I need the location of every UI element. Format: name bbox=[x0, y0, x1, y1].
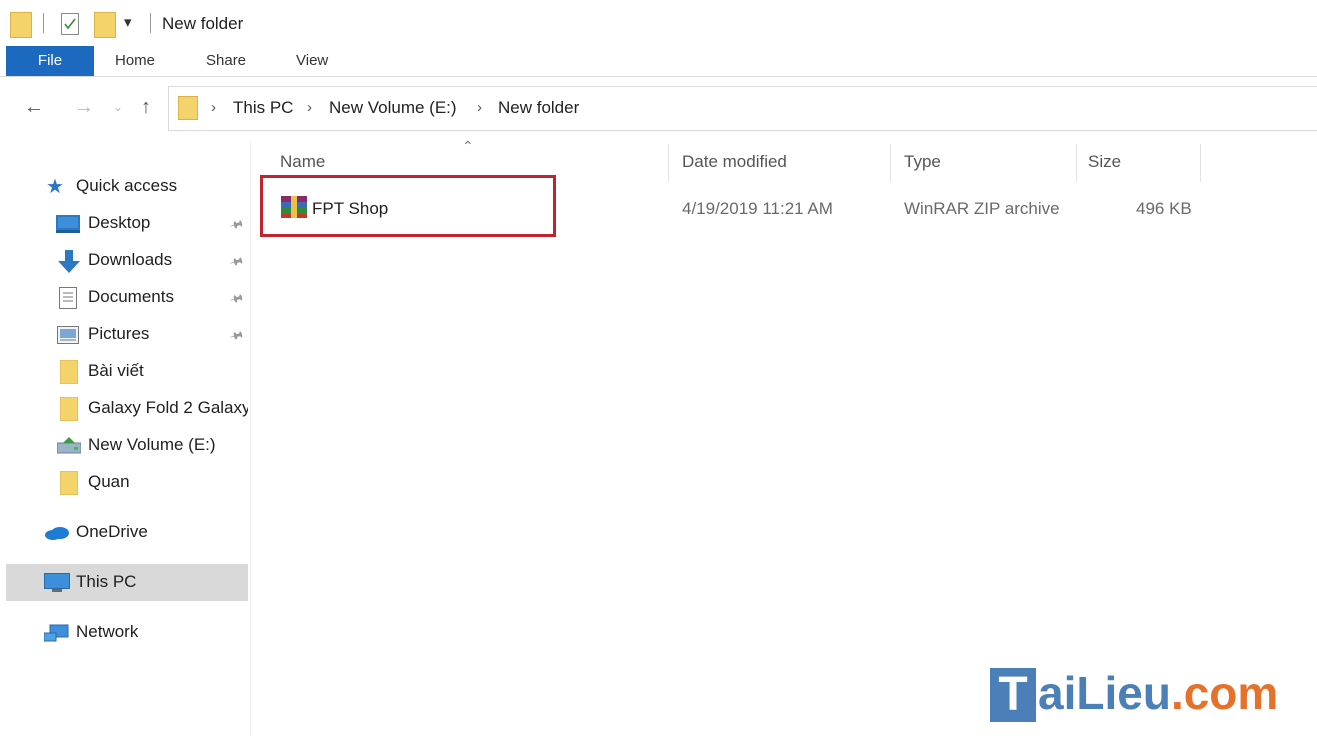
breadcrumb-new-folder[interactable]: New folder bbox=[498, 98, 579, 118]
sidebar-item-label: Network bbox=[76, 622, 139, 641]
sort-ascending-icon: ⌃ bbox=[462, 138, 474, 154]
pictures-icon bbox=[57, 326, 79, 349]
forward-arrow-icon[interactable]: → bbox=[74, 96, 94, 119]
watermark-letter: T bbox=[990, 668, 1036, 722]
sidebar-item-label: Downloads bbox=[88, 250, 173, 269]
sidebar-item-this-pc[interactable]: This PC bbox=[6, 564, 248, 601]
breadcrumb-new-volume[interactable]: New Volume (E:) bbox=[329, 98, 457, 118]
address-bar: ← → ⌄ ↑ › This PC › New Volume (E:) › Ne… bbox=[0, 86, 1317, 132]
download-arrow-icon bbox=[58, 250, 80, 279]
pin-icon[interactable]: 🖈 bbox=[225, 324, 246, 349]
folder-icon[interactable] bbox=[10, 12, 32, 38]
address-field[interactable]: › This PC › New Volume (E:) › New folder bbox=[168, 86, 1317, 131]
ribbon-tabs: File Home Share View bbox=[0, 46, 1317, 77]
tab-file[interactable]: File bbox=[6, 46, 94, 76]
folder-icon bbox=[59, 396, 79, 426]
watermark-suffix: .com bbox=[1170, 667, 1279, 719]
computer-icon bbox=[44, 573, 70, 598]
customize-toolbar-dropdown-icon[interactable]: ▾ bbox=[124, 13, 132, 31]
sidebar-item-network[interactable]: Network bbox=[6, 614, 248, 651]
drive-icon bbox=[56, 437, 82, 460]
column-divider[interactable] bbox=[668, 144, 669, 182]
toolbar-separator bbox=[43, 13, 44, 33]
column-header-date-modified[interactable]: Date modified bbox=[682, 152, 787, 172]
sidebar-item-label: Documents bbox=[88, 287, 174, 306]
folder-icon bbox=[59, 359, 79, 389]
network-icon bbox=[43, 623, 70, 648]
file-date-modified: 4/19/2019 11:21 AM bbox=[682, 199, 833, 218]
document-icon bbox=[59, 287, 77, 314]
toolbar-separator bbox=[150, 13, 151, 33]
column-divider[interactable] bbox=[1200, 144, 1201, 182]
properties-icon[interactable] bbox=[61, 13, 79, 35]
recent-locations-chevron-icon[interactable]: ⌄ bbox=[113, 100, 123, 114]
navigation-pane: ★ Quick access Desktop 🖈 Downloads 🖈 Doc… bbox=[6, 140, 248, 736]
sidebar-item-label: Galaxy Fold 2 Galaxy bbox=[88, 398, 248, 417]
new-folder-icon[interactable] bbox=[94, 12, 116, 38]
file-type: WinRAR ZIP archive bbox=[904, 199, 1060, 218]
sidebar-item-desktop[interactable]: Desktop 🖈 bbox=[6, 205, 248, 242]
sidebar-item-label: Desktop bbox=[88, 213, 151, 232]
column-header-type[interactable]: Type bbox=[904, 152, 941, 172]
file-size: 496 KB bbox=[1136, 199, 1192, 218]
pin-icon[interactable]: 🖈 bbox=[225, 250, 246, 275]
column-divider[interactable] bbox=[1076, 144, 1077, 182]
pin-icon[interactable]: 🖈 bbox=[225, 213, 246, 238]
sidebar-item-label: Quick access bbox=[76, 176, 178, 195]
sidebar-item-label: New Volume (E:) bbox=[88, 435, 216, 454]
sidebar-item-label: This PC bbox=[76, 572, 137, 591]
sidebar-item-galaxy-fold[interactable]: Galaxy Fold 2 Galaxy bbox=[6, 390, 248, 427]
sidebar-item-quan[interactable]: Quan bbox=[6, 464, 248, 501]
column-divider[interactable] bbox=[890, 144, 891, 182]
sidebar-item-new-volume[interactable]: New Volume (E:) bbox=[6, 427, 248, 464]
tab-home[interactable]: Home bbox=[115, 46, 155, 76]
column-header-name[interactable]: Name bbox=[280, 152, 325, 172]
breadcrumb-this-pc[interactable]: This PC bbox=[233, 98, 293, 118]
sidebar-item-label: Pictures bbox=[88, 324, 150, 343]
highlight-annotation-box bbox=[260, 175, 556, 237]
folder-icon bbox=[59, 470, 79, 500]
chevron-right-icon[interactable]: › bbox=[211, 99, 216, 116]
tab-view[interactable]: View bbox=[296, 46, 328, 76]
sidebar-item-downloads[interactable]: Downloads 🖈 bbox=[6, 242, 248, 279]
pin-icon[interactable]: 🖈 bbox=[225, 287, 246, 312]
sidebar-item-label: Bài viết bbox=[88, 361, 144, 380]
sidebar-item-label: OneDrive bbox=[76, 522, 148, 541]
folder-icon bbox=[178, 96, 198, 120]
sidebar-item-bai-viet[interactable]: Bài viết bbox=[6, 353, 248, 390]
window-title: New folder bbox=[162, 14, 244, 33]
back-arrow-icon[interactable]: ← bbox=[24, 96, 44, 119]
watermark-text: aiLieu.com bbox=[1038, 666, 1278, 720]
tailieu-watermark-logo: T aiLieu.com bbox=[990, 664, 1310, 724]
title-bar: ▾ New folder bbox=[0, 0, 1317, 46]
column-header-size[interactable]: Size bbox=[1088, 152, 1121, 172]
sidebar-item-pictures[interactable]: Pictures 🖈 bbox=[6, 316, 248, 353]
cloud-icon bbox=[44, 526, 70, 545]
chevron-right-icon[interactable]: › bbox=[307, 99, 312, 116]
up-arrow-icon[interactable]: ↑ bbox=[141, 96, 151, 119]
sidebar-item-label: Quan bbox=[88, 472, 130, 491]
sidebar-item-quick-access[interactable]: ★ Quick access bbox=[6, 168, 248, 205]
sidebar-item-documents[interactable]: Documents 🖈 bbox=[6, 279, 248, 316]
tab-share[interactable]: Share bbox=[206, 46, 246, 76]
chevron-right-icon[interactable]: › bbox=[477, 99, 482, 116]
sidebar-item-onedrive[interactable]: OneDrive bbox=[6, 514, 248, 551]
star-icon: ★ bbox=[46, 176, 64, 198]
desktop-icon bbox=[56, 215, 80, 238]
watermark-word: aiLieu bbox=[1038, 667, 1171, 719]
pane-divider[interactable] bbox=[250, 140, 251, 736]
